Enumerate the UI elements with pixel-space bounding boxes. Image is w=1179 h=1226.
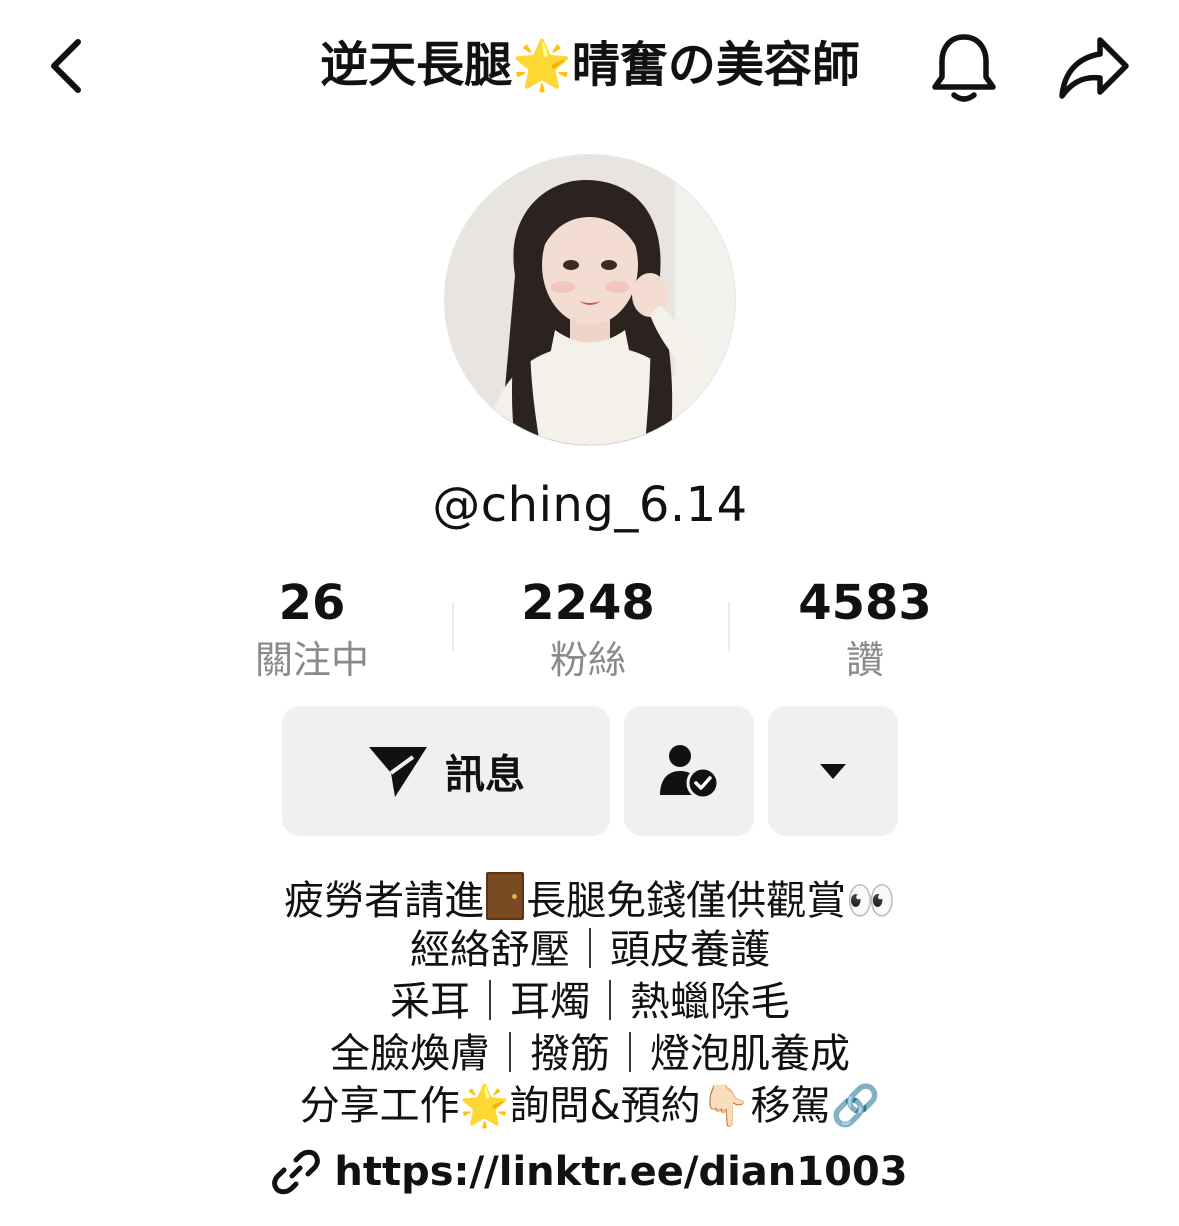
top-nav-bar: 逆天長腿🌟晴奮の美容師 — [0, 0, 1179, 130]
username: @ching_6.14 — [432, 477, 748, 533]
bio-line-3: 采耳｜耳燭｜熱蠟除毛 — [390, 979, 790, 1025]
profile-bio: 疲勞者請進 長腿免錢僅供觀賞👀 經絡舒壓｜頭皮養護 采耳｜耳燭｜熱蠟除毛 全臉煥膚… — [140, 872, 1040, 1132]
following-status-button[interactable] — [624, 706, 754, 836]
likes-count: 4583 — [798, 575, 932, 631]
caret-down-icon — [820, 764, 846, 779]
link-url[interactable]: https://linktr.ee/dian1003 — [334, 1149, 907, 1195]
bio-line-4: 全臉煥膚｜撥筋｜燈泡肌養成 — [330, 1031, 850, 1077]
link-icon — [272, 1149, 321, 1195]
bio-line-5: 分享工作🌟詢問&預約👇🏻移駕🔗 — [299, 1083, 881, 1129]
user-check-icon — [660, 745, 720, 799]
profile-stats: 26 關注中 2248 粉絲 4583 讚 — [180, 572, 1000, 692]
message-button-label: 訊息 — [445, 752, 525, 798]
bio-line: 疲勞者請進 長腿免錢僅供觀賞👀 — [140, 872, 1040, 924]
following-stat[interactable]: 26 關注中 — [202, 572, 422, 686]
more-options-button[interactable] — [768, 706, 898, 836]
stat-divider — [728, 602, 730, 652]
page-title: 逆天長腿🌟晴奮の美容師 — [320, 37, 860, 93]
followers-count: 2248 — [521, 575, 655, 631]
door-emoji-icon — [486, 872, 525, 920]
send-icon — [369, 747, 427, 797]
avatar[interactable] — [445, 155, 735, 445]
bell-icon — [932, 34, 996, 102]
share-arrow-icon — [1059, 37, 1129, 99]
bio-line-2: 經絡舒壓｜頭皮養護 — [410, 927, 770, 973]
followers-stat[interactable]: 2248 粉絲 — [478, 572, 698, 686]
message-button[interactable]: 訊息 — [282, 706, 610, 836]
stat-divider — [452, 602, 454, 652]
likes-label: 讚 — [845, 638, 884, 682]
profile-photo — [445, 155, 735, 445]
profile-link[interactable]: https://linktr.ee/dian1003 — [200, 1140, 980, 1204]
bio-line-1a: 疲勞者請進 — [284, 878, 485, 924]
chevron-left-icon — [51, 39, 81, 93]
followers-label: 粉絲 — [549, 638, 626, 682]
bio-line-1b: 長腿免錢僅供觀賞👀 — [526, 878, 896, 924]
back-button[interactable] — [28, 28, 104, 104]
notifications-button[interactable] — [924, 28, 1004, 108]
likes-stat[interactable]: 4583 讚 — [755, 572, 975, 686]
share-button[interactable] — [1052, 28, 1136, 108]
following-label: 關注中 — [254, 638, 369, 682]
following-count: 26 — [278, 575, 346, 631]
